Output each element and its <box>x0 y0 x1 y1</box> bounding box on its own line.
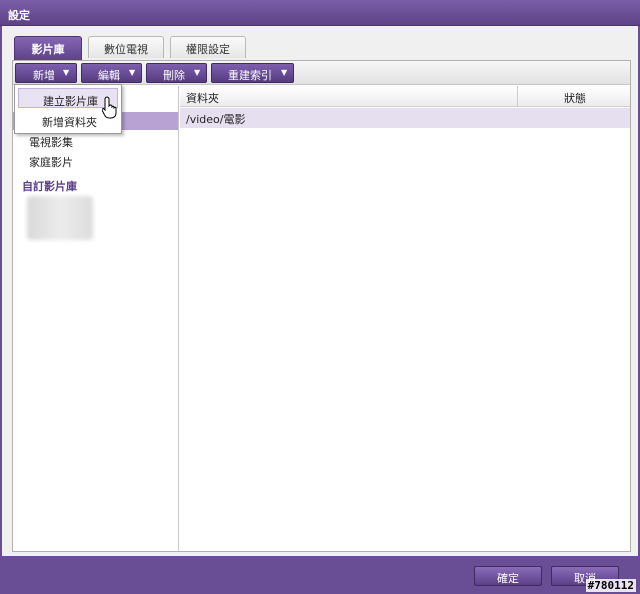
delete-button-label: 刪除 <box>163 69 185 82</box>
chevron-down-icon: ▼ <box>63 68 70 77</box>
folder-cell: /video/電影 <box>186 113 246 126</box>
library-sidebar: 電視影集 家庭影片 自訂影片庫 <box>13 86 179 551</box>
sidebar-item-home-videos[interactable]: 家庭影片 <box>29 154 73 170</box>
hand-cursor-icon <box>102 96 117 119</box>
blurred-custom-library[interactable] <box>27 196 93 240</box>
toolbar: 新增 ▼ 編輯 ▼ 刪除 ▼ 重建索引 ▼ <box>13 61 630 85</box>
table-header: 資料夾 狀態 <box>180 86 630 107</box>
edit-button[interactable]: 編輯 ▼ <box>81 63 142 83</box>
watermark-id: #780112 <box>585 579 636 592</box>
chevron-down-icon: ▼ <box>129 68 136 77</box>
edit-button-label: 編輯 <box>98 69 120 82</box>
reindex-button[interactable]: 重建索引 ▼ <box>211 63 294 83</box>
folder-table: 資料夾 狀態 /video/電影 <box>180 86 630 551</box>
delete-button[interactable]: 刪除 ▼ <box>146 63 207 83</box>
chevron-down-icon: ▼ <box>194 68 201 77</box>
sidebar-item-tv-series[interactable]: 電視影集 <box>29 134 73 150</box>
table-row[interactable]: /video/電影 <box>180 108 630 128</box>
tab-video-library[interactable]: 影片庫 <box>14 36 82 60</box>
ok-button[interactable]: 確定 <box>474 566 542 586</box>
tab-digital-tv[interactable]: 數位電視 <box>88 36 164 58</box>
add-button-label: 新增 <box>33 69 55 82</box>
add-button[interactable]: 新增 ▼ <box>15 63 77 83</box>
column-header-status[interactable]: 狀態 <box>564 90 586 106</box>
tab-permissions[interactable]: 權限設定 <box>170 36 246 58</box>
column-header-folder[interactable]: 資料夾 <box>186 90 219 106</box>
column-divider[interactable] <box>517 86 518 107</box>
dialog-footer: 確定 取消 <box>0 556 640 594</box>
custom-library-header: 自訂影片庫 <box>22 180 77 193</box>
reindex-button-label: 重建索引 <box>228 69 272 82</box>
chevron-down-icon: ▼ <box>281 68 288 77</box>
window-title: 設定 <box>0 0 640 26</box>
